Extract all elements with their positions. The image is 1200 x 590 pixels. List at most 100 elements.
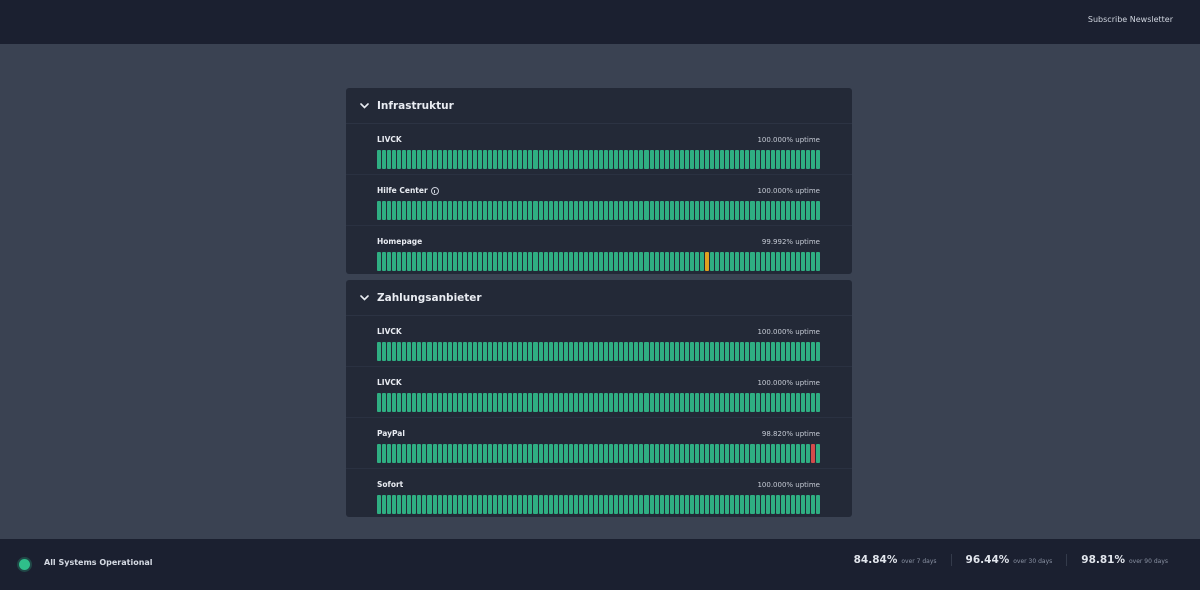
uptime-day-bar[interactable] bbox=[740, 201, 745, 220]
uptime-day-bar[interactable] bbox=[583, 201, 588, 220]
uptime-day-bar[interactable] bbox=[619, 444, 624, 463]
uptime-day-bar[interactable] bbox=[387, 495, 392, 514]
uptime-day-bar[interactable] bbox=[462, 495, 467, 514]
uptime-day-bar[interactable] bbox=[548, 393, 553, 412]
uptime-day-bar[interactable] bbox=[583, 342, 588, 361]
uptime-day-bar[interactable] bbox=[760, 342, 765, 361]
uptime-day-bar[interactable] bbox=[715, 150, 720, 169]
uptime-day-bar[interactable] bbox=[467, 201, 472, 220]
uptime-day-bar[interactable] bbox=[452, 342, 457, 361]
uptime-day-bar[interactable] bbox=[573, 201, 578, 220]
uptime-day-bar[interactable] bbox=[407, 150, 412, 169]
uptime-day-bar[interactable] bbox=[472, 342, 477, 361]
uptime-day-bar[interactable] bbox=[467, 495, 472, 514]
uptime-day-bar[interactable] bbox=[392, 393, 397, 412]
uptime-day-bar[interactable] bbox=[518, 252, 523, 271]
uptime-day-bar[interactable] bbox=[452, 444, 457, 463]
uptime-day-bar[interactable] bbox=[422, 495, 427, 514]
uptime-day-bar[interactable] bbox=[437, 252, 442, 271]
uptime-day-bar[interactable] bbox=[689, 252, 694, 271]
uptime-day-bar[interactable] bbox=[760, 150, 765, 169]
uptime-day-bar[interactable] bbox=[498, 444, 503, 463]
uptime-day-bar[interactable] bbox=[684, 201, 689, 220]
uptime-day-bar[interactable] bbox=[619, 201, 624, 220]
uptime-day-bar[interactable] bbox=[477, 495, 482, 514]
uptime-day-bar[interactable] bbox=[705, 252, 710, 271]
uptime-day-bar[interactable] bbox=[745, 252, 750, 271]
uptime-day-bar[interactable] bbox=[472, 495, 477, 514]
uptime-day-bar[interactable] bbox=[482, 201, 488, 220]
uptime-day-bar[interactable] bbox=[387, 201, 392, 220]
uptime-day-bar[interactable] bbox=[447, 342, 452, 361]
uptime-day-bar[interactable] bbox=[725, 150, 730, 169]
uptime-day-bar[interactable] bbox=[503, 342, 508, 361]
uptime-day-bar[interactable] bbox=[700, 150, 705, 169]
uptime-day-bar[interactable] bbox=[644, 150, 649, 169]
uptime-day-bar[interactable] bbox=[654, 150, 659, 169]
uptime-day-bar[interactable] bbox=[805, 495, 811, 514]
uptime-day-bar[interactable] bbox=[432, 393, 437, 412]
uptime-day-bar[interactable] bbox=[548, 342, 553, 361]
uptime-day-bar[interactable] bbox=[493, 393, 498, 412]
uptime-day-bar[interactable] bbox=[715, 393, 720, 412]
uptime-day-bar[interactable] bbox=[639, 444, 644, 463]
uptime-day-bar[interactable] bbox=[720, 150, 725, 169]
uptime-day-bar[interactable] bbox=[811, 393, 816, 412]
uptime-day-bar[interactable] bbox=[573, 252, 578, 271]
uptime-day-bar[interactable] bbox=[452, 495, 457, 514]
uptime-day-bar[interactable] bbox=[442, 393, 447, 412]
uptime-day-bar[interactable] bbox=[493, 495, 498, 514]
uptime-day-bar[interactable] bbox=[775, 444, 780, 463]
uptime-day-bar[interactable] bbox=[659, 150, 664, 169]
uptime-day-bar[interactable] bbox=[740, 342, 745, 361]
uptime-day-bar[interactable] bbox=[382, 150, 387, 169]
uptime-day-bar[interactable] bbox=[689, 150, 694, 169]
uptime-day-bar[interactable] bbox=[427, 342, 432, 361]
uptime-day-bar[interactable] bbox=[730, 150, 735, 169]
uptime-day-bar[interactable] bbox=[629, 495, 634, 514]
uptime-day-bar[interactable] bbox=[780, 495, 785, 514]
uptime-day-bar[interactable] bbox=[538, 252, 543, 271]
uptime-day-bar[interactable] bbox=[700, 201, 705, 220]
uptime-day-bar[interactable] bbox=[578, 150, 583, 169]
uptime-day-bar[interactable] bbox=[488, 150, 493, 169]
uptime-day-bar[interactable] bbox=[588, 252, 594, 271]
uptime-day-bar[interactable] bbox=[432, 150, 437, 169]
uptime-day-bar[interactable] bbox=[720, 393, 725, 412]
uptime-day-bar[interactable] bbox=[694, 342, 699, 361]
uptime-day-bar[interactable] bbox=[578, 495, 583, 514]
uptime-day-bar[interactable] bbox=[664, 252, 669, 271]
uptime-day-bar[interactable] bbox=[498, 342, 503, 361]
group-header[interactable]: Zahlungsanbieter bbox=[346, 280, 852, 316]
uptime-day-bar[interactable] bbox=[740, 444, 745, 463]
uptime-day-bar[interactable] bbox=[765, 342, 770, 361]
uptime-day-bar[interactable] bbox=[775, 150, 780, 169]
uptime-day-bar[interactable] bbox=[775, 201, 780, 220]
uptime-day-bar[interactable] bbox=[725, 201, 730, 220]
uptime-day-bar[interactable] bbox=[634, 201, 639, 220]
uptime-day-bar[interactable] bbox=[599, 252, 604, 271]
uptime-day-bar[interactable] bbox=[528, 444, 533, 463]
uptime-day-bar[interactable] bbox=[785, 393, 790, 412]
uptime-day-bar[interactable] bbox=[785, 444, 790, 463]
uptime-day-bar[interactable] bbox=[689, 495, 694, 514]
uptime-day-bar[interactable] bbox=[503, 201, 508, 220]
uptime-day-bar[interactable] bbox=[472, 444, 477, 463]
uptime-day-bar[interactable] bbox=[457, 252, 462, 271]
uptime-day-bar[interactable] bbox=[387, 252, 392, 271]
uptime-day-bar[interactable] bbox=[816, 150, 821, 169]
uptime-day-bar[interactable] bbox=[513, 495, 518, 514]
uptime-day-bar[interactable] bbox=[750, 444, 755, 463]
uptime-day-bar[interactable] bbox=[397, 393, 402, 412]
uptime-day-bar[interactable] bbox=[543, 150, 548, 169]
uptime-day-bar[interactable] bbox=[740, 495, 745, 514]
uptime-day-bar[interactable] bbox=[513, 252, 518, 271]
uptime-day-bar[interactable] bbox=[568, 201, 573, 220]
uptime-day-bar[interactable] bbox=[538, 150, 543, 169]
uptime-day-bar[interactable] bbox=[482, 495, 488, 514]
uptime-day-bar[interactable] bbox=[513, 342, 518, 361]
uptime-day-bar[interactable] bbox=[609, 150, 614, 169]
uptime-day-bar[interactable] bbox=[472, 201, 477, 220]
uptime-day-bar[interactable] bbox=[609, 201, 614, 220]
uptime-day-bar[interactable] bbox=[477, 201, 482, 220]
